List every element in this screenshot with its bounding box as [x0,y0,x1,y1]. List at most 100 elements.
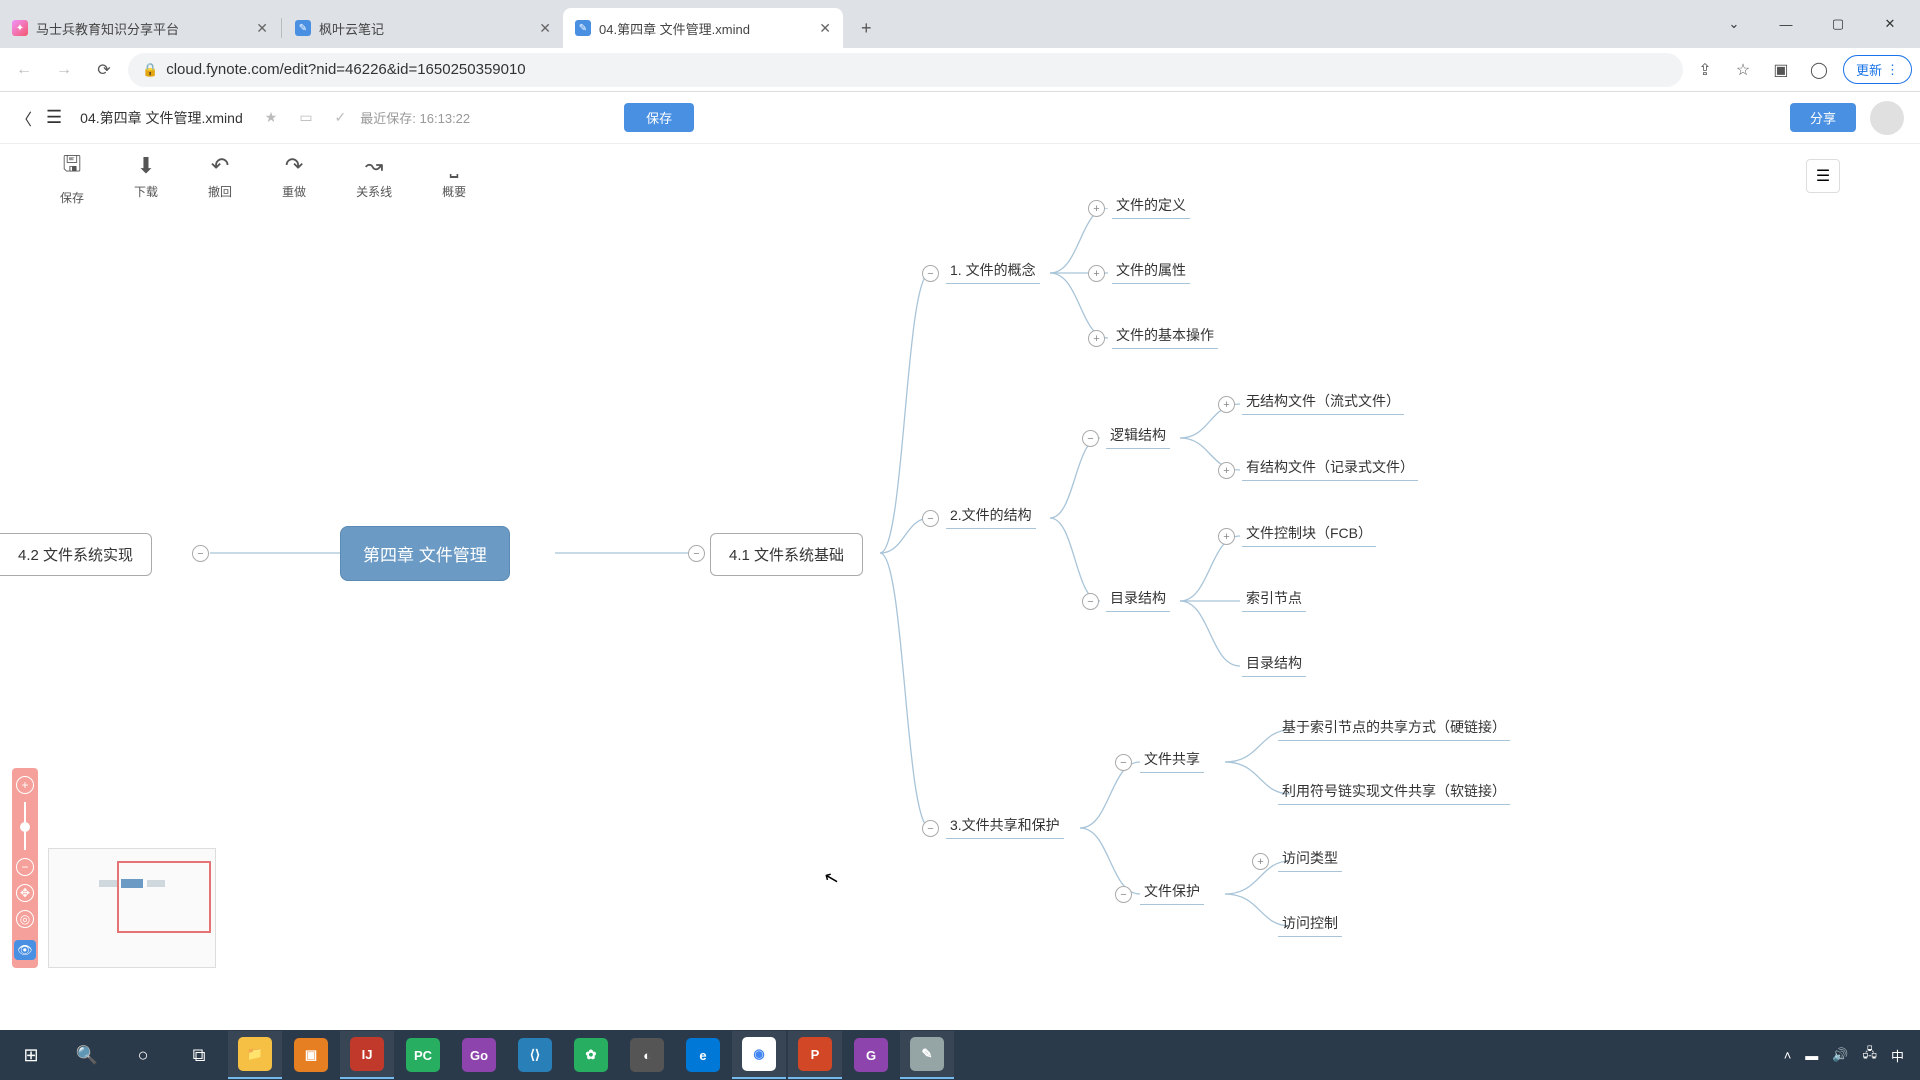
node-n3b2[interactable]: 访问控制 [1278,913,1342,937]
tab-search-icon[interactable]: ⌄ [1712,8,1756,40]
node-n3a[interactable]: 文件共享 [1140,749,1204,773]
toggle-n2a1[interactable]: + [1218,396,1235,413]
toggle-n3b[interactable]: − [1115,886,1132,903]
node-n1[interactable]: 1. 文件的概念 [946,260,1040,284]
taskbar-app-spring[interactable]: ✿ [564,1031,618,1079]
share-button[interactable]: 分享 [1790,103,1856,132]
taskbar-app-powerpoint[interactable]: P [788,1031,842,1079]
taskbar-explorer[interactable]: 📁 [228,1031,282,1079]
node-n2a[interactable]: 逻辑结构 [1106,425,1170,449]
avatar[interactable] [1870,101,1904,135]
browser-tab-3[interactable]: ✎ 04.第四章 文件管理.xmind ✕ [563,8,843,48]
node-4-2[interactable]: 4.2 文件系统实现 [0,533,152,576]
tray-chevron-icon[interactable]: ˄ [1784,1048,1792,1063]
zoom-thumb[interactable] [20,822,30,832]
zoom-track[interactable] [24,802,26,850]
window-minimize-icon[interactable]: — [1764,8,1808,40]
favorite-star-icon[interactable]: ★ [265,109,278,126]
app-back-icon[interactable]: 〈 [16,106,32,130]
node-n2b2[interactable]: 索引节点 [1242,588,1306,612]
tab1-close-icon[interactable]: ✕ [256,20,268,37]
taskbar-app-notepad[interactable]: ✎ [900,1031,954,1079]
node-n2b[interactable]: 目录结构 [1106,588,1170,612]
toggle-left[interactable]: − [192,545,209,562]
taskbar-search-icon[interactable]: 🔍 [60,1031,114,1079]
browser-update-button[interactable]: 更新 ⋮ [1843,55,1912,84]
taskbar-app-pycharm[interactable]: PC [396,1031,450,1079]
start-button[interactable]: ⊞ [4,1031,58,1079]
taskbar-app-vscode[interactable]: ⟨⟩ [508,1031,562,1079]
extensions-icon[interactable]: ▣ [1767,56,1795,84]
toggle-n1b[interactable]: + [1088,265,1105,282]
toggle-n2[interactable]: − [922,510,939,527]
toolbar-save[interactable]: 🖫保存 [60,147,84,206]
browser-tab-1[interactable]: ✦ 马士兵教育知识分享平台 ✕ [0,8,280,48]
node-n1c[interactable]: 文件的基本操作 [1112,325,1218,349]
toolbar-download[interactable]: ⬇下载 [134,153,158,200]
taskbar-app-chrome[interactable]: ◉ [732,1031,786,1079]
minimap[interactable] [48,848,216,968]
save-button[interactable]: 保存 [624,103,694,132]
panel-toggle-icon[interactable]: ☰ [1806,159,1840,193]
zoom-in-icon[interactable]: + [16,776,34,794]
window-maximize-icon[interactable]: ▢ [1816,8,1860,40]
task-view-icon[interactable]: ⧉ [172,1031,226,1079]
toolbar-summary[interactable]: ⎵概要 [442,153,466,200]
toggle-right-main[interactable]: − [688,545,705,562]
url-field[interactable]: 🔒 cloud.fynote.com/edit?nid=46226&id=165… [128,53,1683,87]
toggle-n1c[interactable]: + [1088,330,1105,347]
node-n2b1[interactable]: 文件控制块（FCB） [1242,523,1376,547]
node-n2a2[interactable]: 有结构文件（记录式文件） [1242,457,1418,481]
zoom-out-icon[interactable]: − [16,858,34,876]
node-n1b[interactable]: 文件的属性 [1112,260,1190,284]
app-menu-icon[interactable]: ☰ [46,107,62,128]
tray-ime[interactable]: 中 [1891,1046,1904,1065]
taskbar-app-intellij[interactable]: IJ [340,1031,394,1079]
toolbar-relation[interactable]: ↝关系线 [356,153,392,200]
mindmap-canvas[interactable]: 4.2 文件系统实现 − 第四章 文件管理 − 4.1 文件系统基础 − 1. … [0,208,1920,1030]
bookmark-star-icon[interactable]: ☆ [1729,56,1757,84]
node-n1a[interactable]: 文件的定义 [1112,195,1190,219]
share-page-icon[interactable]: ⇪ [1691,56,1719,84]
zoom-target-icon[interactable]: ◎ [16,910,34,928]
node-n3a2[interactable]: 利用符号链实现文件共享（软链接） [1278,781,1510,805]
zoom-eye-icon[interactable]: 👁 [14,940,36,960]
toggle-n2a2[interactable]: + [1218,462,1235,479]
zoom-fit-icon[interactable]: ✥ [16,884,34,902]
new-tab-button[interactable]: + [851,12,882,45]
toggle-n3b1[interactable]: + [1252,853,1269,870]
taskbar-app-eclipse[interactable]: ◐ [620,1031,674,1079]
toolbar-undo[interactable]: ↶撤回 [208,153,232,200]
node-n2[interactable]: 2.文件的结构 [946,505,1036,529]
node-n3[interactable]: 3.文件共享和保护 [946,815,1064,839]
nav-reload-icon[interactable]: ⟳ [88,54,120,86]
profile-icon[interactable]: ◯ [1805,56,1833,84]
toolbar-redo[interactable]: ↷重做 [282,153,306,200]
toggle-n1a[interactable]: + [1088,200,1105,217]
toggle-n3a[interactable]: − [1115,754,1132,771]
node-4-1[interactable]: 4.1 文件系统基础 [710,533,863,576]
node-n3a1[interactable]: 基于索引节点的共享方式（硬链接） [1278,717,1510,741]
cortana-icon[interactable]: ○ [116,1031,170,1079]
node-n2a1[interactable]: 无结构文件（流式文件） [1242,391,1404,415]
toggle-n2b[interactable]: − [1082,593,1099,610]
tab3-close-icon[interactable]: ✕ [819,20,831,37]
toggle-n3[interactable]: − [922,820,939,837]
node-n3b[interactable]: 文件保护 [1140,881,1204,905]
tray-battery-icon[interactable]: ▬ [1805,1048,1818,1063]
toggle-n2a[interactable]: − [1082,430,1099,447]
tab2-close-icon[interactable]: ✕ [539,20,551,37]
window-close-icon[interactable]: ✕ [1868,8,1912,40]
taskbar-app-pdf[interactable]: G [844,1031,898,1079]
nav-forward-icon[interactable]: → [48,54,80,86]
taskbar-app-edge[interactable]: e [676,1031,730,1079]
tray-volume-icon[interactable]: 🔊 [1832,1047,1848,1063]
taskbar-app-goland[interactable]: Go [452,1031,506,1079]
nav-back-icon[interactable]: ← [8,54,40,86]
node-n2b3[interactable]: 目录结构 [1242,653,1306,677]
toggle-n2b1[interactable]: + [1218,528,1235,545]
node-root[interactable]: 第四章 文件管理 [340,526,510,581]
taskbar-app-vm[interactable]: ▣ [284,1031,338,1079]
tray-network-icon[interactable]: 🖧 [1862,1044,1877,1066]
folder-icon[interactable]: ▭ [299,109,312,126]
